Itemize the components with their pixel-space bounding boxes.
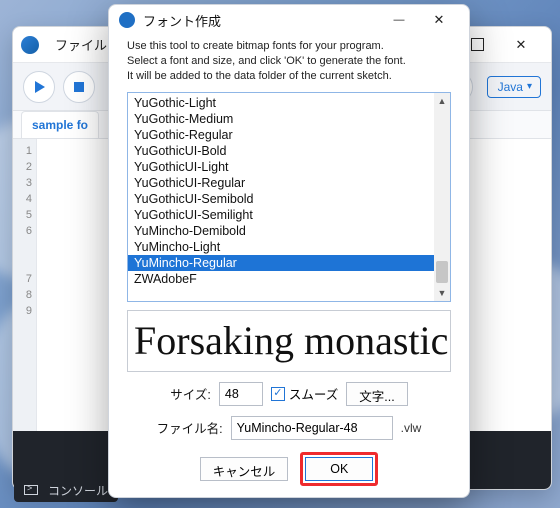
line-number: 6 <box>13 223 36 239</box>
editor-close-button[interactable] <box>499 29 543 61</box>
line-number: 1 <box>13 143 36 159</box>
filename-extension: .vlw <box>401 421 422 435</box>
font-list-item[interactable]: YuMincho-Demibold <box>128 223 450 239</box>
console-label: コンソール <box>48 482 108 499</box>
create-font-dialog: フォント作成 Use this tool to create bitmap fo… <box>108 4 470 498</box>
font-list-item[interactable]: YuGothic-Regular <box>128 127 450 143</box>
scroll-thumb[interactable] <box>436 261 448 283</box>
line-gutter: 123456 789 <box>13 139 37 431</box>
mode-label: Java <box>498 80 523 94</box>
line-number: 5 <box>13 207 36 223</box>
play-icon <box>35 81 45 93</box>
line-number: 3 <box>13 175 36 191</box>
font-list-item[interactable]: YuGothicUI-Light <box>128 159 450 175</box>
filename-input[interactable] <box>231 416 393 440</box>
font-list-item[interactable]: YuGothicUI-Bold <box>128 143 450 159</box>
font-list-item[interactable]: YuMincho-Light <box>128 239 450 255</box>
smooth-label: スムーズ <box>289 384 338 403</box>
font-list-scrollbar[interactable]: ▲ ▼ <box>434 93 450 301</box>
scroll-track[interactable] <box>434 109 450 285</box>
font-list-item[interactable]: YuMincho-Regular <box>128 255 450 271</box>
stop-button[interactable] <box>63 71 95 103</box>
line-number: 4 <box>13 191 36 207</box>
run-button[interactable] <box>23 71 55 103</box>
console-icon <box>24 485 38 495</box>
dialog-instructions: Use this tool to create bitmap fonts for… <box>127 39 451 84</box>
dialog-title: フォント作成 <box>143 11 221 30</box>
mode-selector[interactable]: Java <box>487 76 541 98</box>
font-list-item[interactable]: YuGothic-Light <box>128 95 450 111</box>
line-number: 7 <box>13 271 36 287</box>
size-input[interactable] <box>219 382 263 406</box>
stop-icon <box>74 82 84 92</box>
font-list-item[interactable]: YuGothic-Medium <box>128 111 450 127</box>
line-number <box>13 255 36 271</box>
font-list-item[interactable]: YuGothicUI-Regular <box>128 175 450 191</box>
characters-button[interactable]: 文字... <box>346 382 407 406</box>
line-number <box>13 239 36 255</box>
dialog-minimize-button[interactable] <box>379 5 419 35</box>
checkbox-check-icon: ✓ <box>271 387 285 401</box>
sketch-tab[interactable]: sample fo <box>21 111 99 138</box>
smooth-checkbox[interactable]: ✓ スムーズ <box>271 384 338 403</box>
menu-file[interactable]: ファイル <box>47 31 115 58</box>
scroll-down-icon[interactable]: ▼ <box>434 285 450 301</box>
font-list-item[interactable]: ZWAdobeF <box>128 271 450 287</box>
ok-button-highlight: OK <box>300 452 378 486</box>
cancel-button[interactable]: キャンセル <box>200 457 289 481</box>
ok-button[interactable]: OK <box>305 457 373 481</box>
line-number: 8 <box>13 287 36 303</box>
scroll-up-icon[interactable]: ▲ <box>434 93 450 109</box>
font-list[interactable]: YuGothic-LightYuGothic-MediumYuGothic-Re… <box>127 92 451 302</box>
dialog-titlebar: フォント作成 <box>109 5 469 35</box>
font-list-item[interactable]: YuGothicUI-Semilight <box>128 207 450 223</box>
font-list-item[interactable]: YuGothicUI-Semibold <box>128 191 450 207</box>
processing-app-icon <box>21 36 39 54</box>
size-label: サイズ: <box>170 384 211 403</box>
font-preview: Forsaking monastic <box>127 310 451 372</box>
line-number: 2 <box>13 159 36 175</box>
console-bar[interactable]: コンソール <box>14 478 118 502</box>
dialog-close-button[interactable] <box>419 5 459 35</box>
filename-label: ファイル名: <box>157 418 223 437</box>
line-number: 9 <box>13 303 36 319</box>
dialog-app-icon <box>119 12 135 28</box>
